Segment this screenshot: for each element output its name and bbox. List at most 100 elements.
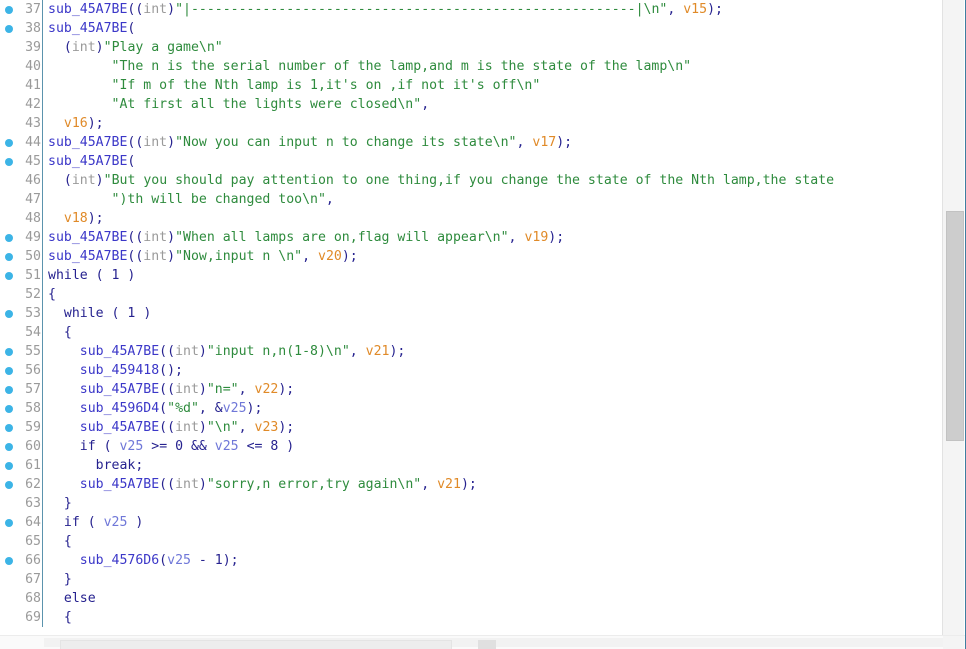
token-local[interactable]: v25 <box>215 439 239 454</box>
breakpoint-dot-icon[interactable] <box>5 519 13 527</box>
line-gutter[interactable]: 47 <box>0 190 44 209</box>
code-line[interactable]: 69 { <box>0 608 944 627</box>
token-global[interactable]: v17 <box>532 135 556 150</box>
line-gutter[interactable]: 58 <box>0 399 44 418</box>
code-line[interactable]: 57 sub_45A7BE((int)"n=", v22); <box>0 380 944 399</box>
line-gutter[interactable]: 42 <box>0 95 44 114</box>
token-fn[interactable]: sub_45A7BE <box>80 477 159 492</box>
token-fn[interactable]: sub_459418 <box>80 363 159 378</box>
horizontal-scrollbar-track[interactable] <box>44 638 944 649</box>
code-line[interactable]: 47 ")th will be changed too\n", <box>0 190 944 209</box>
token-global[interactable]: v23 <box>255 420 279 435</box>
code-line[interactable]: 68 else <box>0 589 944 608</box>
token-fn[interactable]: sub_45A7BE <box>48 135 127 150</box>
line-gutter[interactable]: 38 <box>0 19 44 38</box>
code-line[interactable]: 58 sub_4596D4("%d", &v25); <box>0 399 944 418</box>
token-global[interactable]: v16 <box>64 116 88 131</box>
code-line[interactable]: 59 sub_45A7BE((int)"\n", v23); <box>0 418 944 437</box>
code-line[interactable]: 44 sub_45A7BE((int)"Now you can input n t… <box>0 133 944 152</box>
line-gutter[interactable]: 52 <box>0 285 44 304</box>
breakpoint-dot-icon[interactable] <box>5 158 13 166</box>
line-gutter[interactable]: 66 <box>0 551 44 570</box>
line-gutter[interactable]: 46 <box>0 171 44 190</box>
token-local[interactable]: v25 <box>167 553 191 568</box>
breakpoint-dot-icon[interactable] <box>5 424 13 432</box>
horizontal-scrollbar-thumb[interactable] <box>60 640 452 649</box>
token-global[interactable]: v22 <box>255 382 279 397</box>
line-gutter[interactable]: 39 <box>0 38 44 57</box>
code-line[interactable]: 49 sub_45A7BE((int)"When all lamps are on… <box>0 228 944 247</box>
breakpoint-dot-icon[interactable] <box>5 234 13 242</box>
breakpoint-dot-icon[interactable] <box>5 367 13 375</box>
line-gutter[interactable]: 64 <box>0 513 44 532</box>
line-gutter[interactable]: 63 <box>0 494 44 513</box>
horizontal-scrollbar[interactable] <box>0 635 965 649</box>
line-gutter[interactable]: 59 <box>0 418 44 437</box>
line-gutter[interactable]: 60 <box>0 437 44 456</box>
code-line[interactable]: 65 { <box>0 532 944 551</box>
code-line[interactable]: 45 sub_45A7BE( <box>0 152 944 171</box>
code-line[interactable]: 66 sub_4576D6(v25 - 1); <box>0 551 944 570</box>
breakpoint-dot-icon[interactable] <box>5 6 13 14</box>
code-line[interactable]: 64 if ( v25 ) <box>0 513 944 532</box>
code-line[interactable]: 41 "If m of the Nth lamp is 1,it's on ,i… <box>0 76 944 95</box>
vertical-scrollbar[interactable] <box>942 0 964 636</box>
breakpoint-dot-icon[interactable] <box>5 481 13 489</box>
code-line[interactable]: 60 if ( v25 >= 0 && v25 <= 8 ) <box>0 437 944 456</box>
line-gutter[interactable]: 62 <box>0 475 44 494</box>
line-gutter[interactable]: 57 <box>0 380 44 399</box>
token-fn[interactable]: sub_45A7BE <box>48 21 127 36</box>
code-line[interactable]: 55 sub_45A7BE((int)"input n,n(1-8)\n", v… <box>0 342 944 361</box>
token-global[interactable]: v21 <box>437 477 461 492</box>
token-fn[interactable]: sub_45A7BE <box>48 249 127 264</box>
token-fn[interactable]: sub_4576D6 <box>80 553 159 568</box>
breakpoint-dot-icon[interactable] <box>5 25 13 33</box>
code-line[interactable]: 67 } <box>0 570 944 589</box>
breakpoint-dot-icon[interactable] <box>5 272 13 280</box>
code-line[interactable]: 37 sub_45A7BE((int)"|--------------------… <box>0 0 944 19</box>
token-global[interactable]: v18 <box>64 211 88 226</box>
code-line[interactable]: 50 sub_45A7BE((int)"Now,input n \n", v20)… <box>0 247 944 266</box>
line-gutter[interactable]: 56 <box>0 361 44 380</box>
line-gutter[interactable]: 48 <box>0 209 44 228</box>
code-viewport[interactable]: 37 sub_45A7BE((int)"|--------------------… <box>0 0 944 636</box>
token-fn[interactable]: sub_45A7BE <box>48 230 127 245</box>
breakpoint-dot-icon[interactable] <box>5 139 13 147</box>
code-line[interactable]: 48 v18); <box>0 209 944 228</box>
line-gutter[interactable]: 45 <box>0 152 44 171</box>
code-line[interactable]: 42 "At first all the lights were closed\… <box>0 95 944 114</box>
line-gutter[interactable]: 54 <box>0 323 44 342</box>
code-line[interactable]: 53 while ( 1 ) <box>0 304 944 323</box>
line-gutter[interactable]: 41 <box>0 76 44 95</box>
token-fn[interactable]: sub_45A7BE <box>48 154 127 169</box>
code-line[interactable]: 51 while ( 1 ) <box>0 266 944 285</box>
token-local[interactable]: v25 <box>104 515 128 530</box>
code-line[interactable]: 40 "The n is the serial number of the la… <box>0 57 944 76</box>
line-gutter[interactable]: 69 <box>0 608 44 627</box>
line-gutter[interactable]: 37 <box>0 0 44 19</box>
line-gutter[interactable]: 55 <box>0 342 44 361</box>
code-line[interactable]: 43 v16); <box>0 114 944 133</box>
token-global[interactable]: v20 <box>318 249 342 264</box>
token-fn[interactable]: sub_4596D4 <box>80 401 159 416</box>
line-gutter[interactable]: 51 <box>0 266 44 285</box>
token-global[interactable]: v19 <box>524 230 548 245</box>
line-gutter[interactable]: 50 <box>0 247 44 266</box>
breakpoint-dot-icon[interactable] <box>5 253 13 261</box>
token-global[interactable]: v15 <box>683 2 707 17</box>
token-fn[interactable]: sub_45A7BE <box>80 420 159 435</box>
breakpoint-dot-icon[interactable] <box>5 348 13 356</box>
line-gutter[interactable]: 68 <box>0 589 44 608</box>
token-fn[interactable]: sub_45A7BE <box>80 382 159 397</box>
code-line[interactable]: 46 (int)"But you should pay attention to… <box>0 171 944 190</box>
line-gutter[interactable]: 44 <box>0 133 44 152</box>
breakpoint-dot-icon[interactable] <box>5 386 13 394</box>
code-line[interactable]: 63 } <box>0 494 944 513</box>
line-gutter[interactable]: 40 <box>0 57 44 76</box>
code-line[interactable]: 62 sub_45A7BE((int)"sorry,n error,try ag… <box>0 475 944 494</box>
token-local[interactable]: v25 <box>119 439 143 454</box>
token-fn[interactable]: sub_45A7BE <box>80 344 159 359</box>
line-gutter[interactable]: 43 <box>0 114 44 133</box>
line-gutter[interactable]: 67 <box>0 570 44 589</box>
breakpoint-dot-icon[interactable] <box>5 310 13 318</box>
